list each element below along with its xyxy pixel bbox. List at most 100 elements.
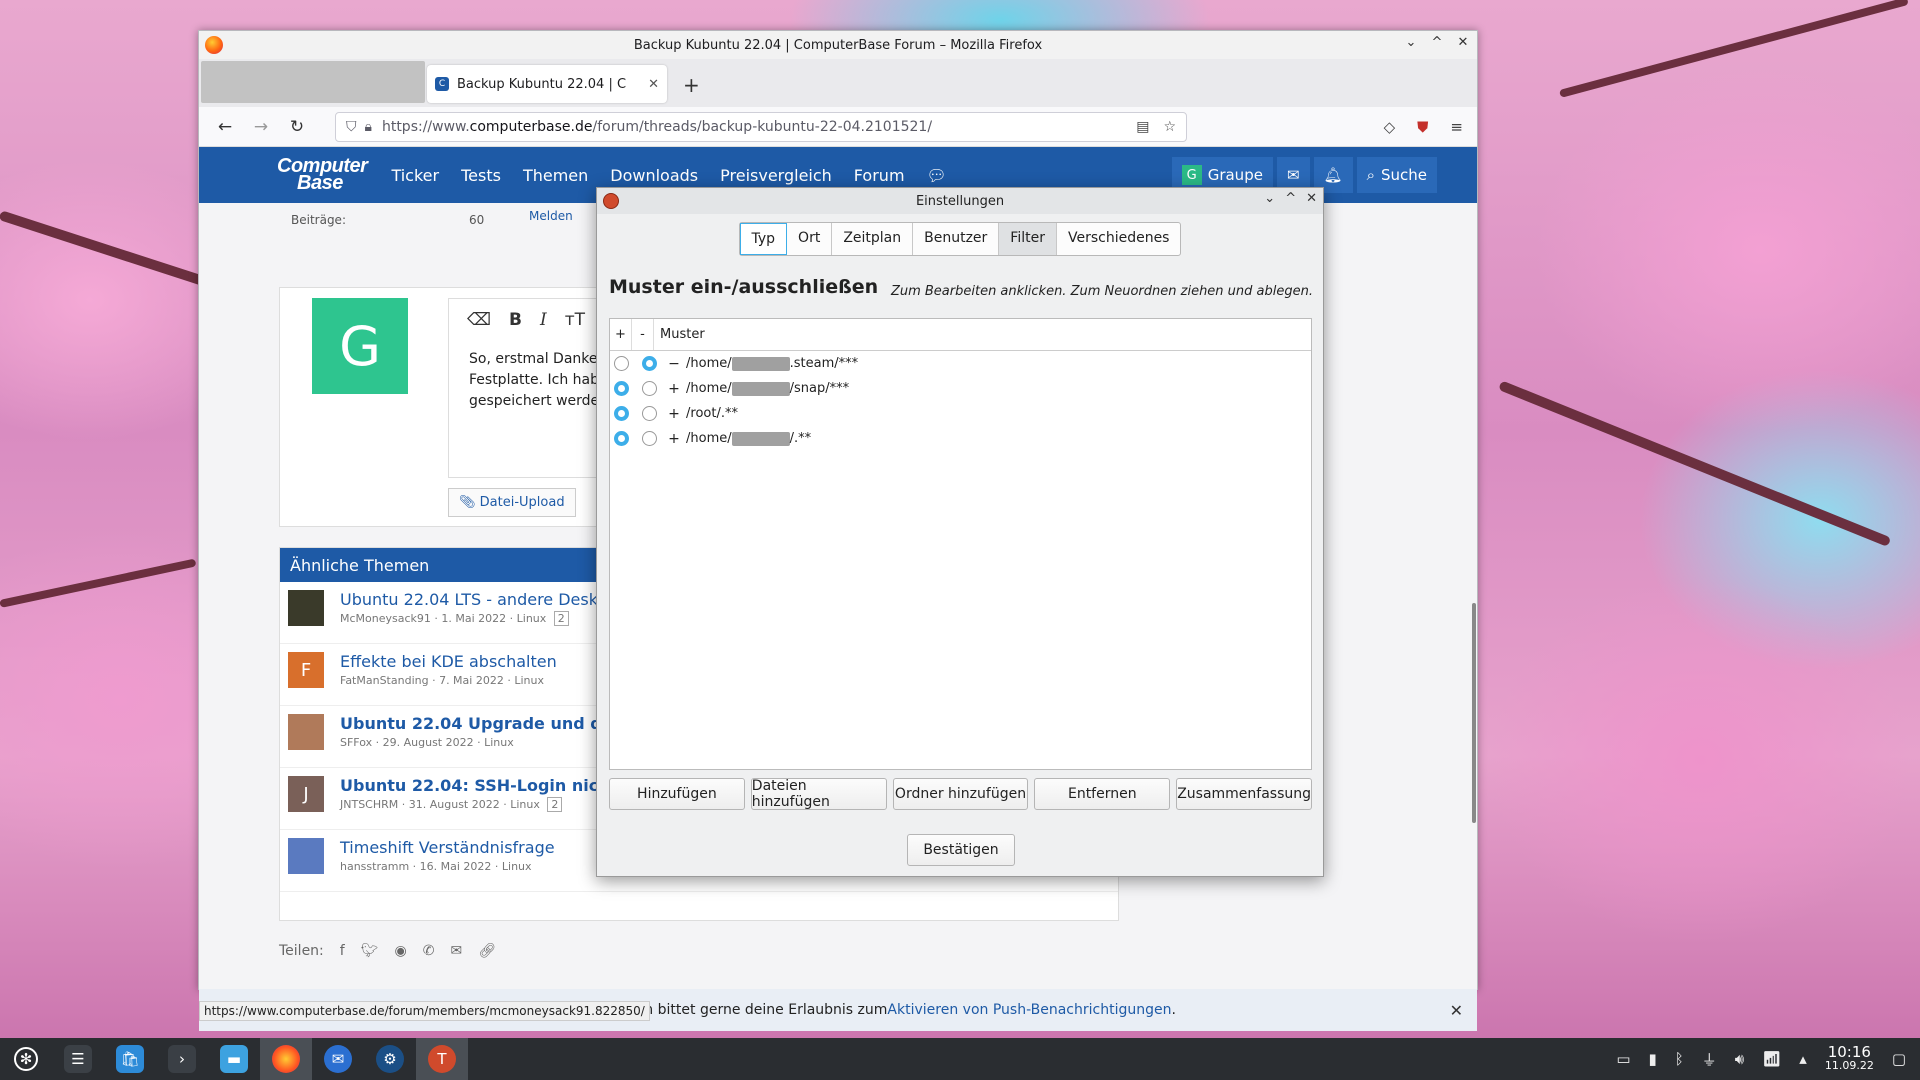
dialog-maximize-button[interactable]: ^	[1285, 191, 1296, 206]
close-button[interactable]: ✕	[1455, 35, 1471, 50]
menu-tests[interactable]: Tests	[461, 166, 501, 185]
discover-icon[interactable]: 🛍︎	[104, 1038, 156, 1080]
menu-preisvergleich[interactable]: Preisvergleich	[720, 166, 832, 185]
reload-button[interactable]: ↻	[279, 117, 315, 137]
column-pattern[interactable]: Muster	[654, 327, 705, 342]
avatar[interactable]	[288, 714, 324, 750]
pattern-row[interactable]: + /home/ /snap/***	[610, 376, 1311, 401]
reader-view-icon[interactable]: ▤	[1136, 119, 1149, 135]
add-folder-button[interactable]: Ordner hinzufügen	[892, 778, 1029, 810]
menu-forum[interactable]: Forum	[854, 166, 905, 185]
timeshift-icon[interactable]: T	[416, 1038, 468, 1080]
add-button[interactable]: Hinzufügen	[609, 778, 745, 810]
remove-button[interactable]: Entfernen	[1034, 778, 1171, 810]
avatar[interactable]	[288, 838, 324, 874]
include-radio[interactable]	[614, 431, 629, 446]
pattern-row[interactable]: + /root/.**	[610, 401, 1311, 426]
firefox-taskbar-icon[interactable]	[260, 1038, 312, 1080]
menu-themen[interactable]: Themen	[523, 166, 588, 185]
forward-button[interactable]: →	[243, 117, 279, 137]
avatar[interactable]	[288, 590, 324, 626]
exclude-radio[interactable]	[642, 431, 657, 446]
push-enable-link[interactable]: Aktivieren von Push-Benachrichtigungen	[887, 1002, 1171, 1018]
include-radio[interactable]	[614, 356, 629, 371]
email-icon[interactable]: ✉	[450, 943, 462, 959]
battery-icon[interactable]: ▮	[1649, 1050, 1657, 1068]
new-tab-button[interactable]: +	[683, 73, 700, 97]
clock[interactable]: 10:16 11.09.22	[1825, 1045, 1874, 1073]
italic-icon[interactable]: I	[540, 310, 547, 330]
confirm-button[interactable]: Bestätigen	[907, 834, 1015, 866]
bold-icon[interactable]: B	[509, 310, 522, 330]
ublock-icon[interactable]: ⛊	[1417, 118, 1428, 136]
thunderbird-icon[interactable]: ✉	[312, 1038, 364, 1080]
app-launcher-icon[interactable]: ✻	[0, 1038, 52, 1080]
computerbase-logo[interactable]: Computer Base	[277, 156, 368, 193]
tab-zeitplan[interactable]: Zeitplan	[832, 223, 914, 255]
notice-close-icon[interactable]: ✕	[1450, 1001, 1463, 1020]
back-button[interactable]: ←	[207, 117, 243, 137]
tab-benutzer[interactable]: Benutzer	[913, 223, 1000, 255]
usb-icon[interactable]: ⏚	[1702, 1049, 1717, 1070]
exclude-radio[interactable]	[642, 356, 657, 371]
terminal-icon[interactable]: ›	[156, 1038, 208, 1080]
reddit-icon[interactable]: ◉	[395, 943, 407, 959]
page-scrollbar[interactable]	[1472, 603, 1476, 823]
menu-ticker[interactable]: Ticker	[391, 166, 439, 185]
tab-ort[interactable]: Ort	[787, 223, 833, 255]
add-files-button[interactable]: Dateien hinzufügen	[750, 778, 887, 810]
lock-icon[interactable]: 🔒︎	[365, 119, 372, 135]
twitter-icon[interactable]: 🐦︎	[361, 943, 379, 959]
pattern-row[interactable]: + /home/ /.**	[610, 426, 1311, 451]
dolphin-icon[interactable]: ▬	[208, 1038, 260, 1080]
tray-expand-icon[interactable]: ▴	[1799, 1050, 1807, 1068]
pattern-list[interactable]: + - Muster − /home/ .steam/*** + /home/ /s…	[609, 318, 1312, 770]
facebook-icon[interactable]: f	[340, 943, 345, 959]
dialog-close-button[interactable]: ✕	[1306, 191, 1317, 206]
whatsapp-icon[interactable]: ✆	[423, 943, 435, 959]
tab-inactive[interactable]	[201, 61, 425, 103]
file-upload-button[interactable]: 📎︎ Datei-Upload	[448, 488, 576, 517]
column-exclude[interactable]: -	[632, 319, 654, 350]
pocket-icon[interactable]: ◇	[1384, 118, 1396, 136]
column-include[interactable]: +	[610, 319, 632, 350]
link-icon[interactable]: 🔗︎	[478, 943, 496, 959]
shield-icon[interactable]: ⛉	[346, 119, 357, 135]
wifi-icon[interactable]: 📶︎	[1762, 1050, 1781, 1068]
thread-title[interactable]: Timeshift Verständnisfrage	[340, 838, 555, 857]
avatar[interactable]: J	[288, 776, 324, 812]
system-settings-icon[interactable]: ☰	[52, 1038, 104, 1080]
show-desktop-icon[interactable]: ▢	[1892, 1050, 1906, 1068]
summary-button[interactable]: Zusammenfassung	[1176, 778, 1313, 810]
bluetooth-icon[interactable]: ᛒ	[1675, 1050, 1684, 1068]
avatar[interactable]: F	[288, 652, 324, 688]
minimize-button[interactable]: ⌄	[1403, 35, 1419, 50]
tab-active[interactable]: C Backup Kubuntu 22.04 | C ✕	[427, 65, 667, 103]
volume-icon[interactable]: 🔊︎	[1735, 1050, 1744, 1068]
report-link[interactable]: Melden	[529, 209, 573, 223]
tab-close-icon[interactable]: ✕	[648, 77, 659, 92]
exclude-radio[interactable]	[642, 381, 657, 396]
url-bar[interactable]: ⛉ 🔒︎ https://www. computerbase.de/forum/t…	[335, 111, 1187, 142]
thread-title[interactable]: Effekte bei KDE abschalten	[340, 652, 557, 671]
tab-verschiedenes[interactable]: Verschiedenes	[1057, 223, 1181, 255]
font-size-icon[interactable]: тT	[565, 310, 585, 330]
clipboard-icon[interactable]: ▭	[1616, 1050, 1630, 1068]
menu-icon[interactable]: ≡	[1450, 118, 1463, 136]
bookmark-star-icon[interactable]: ☆	[1163, 119, 1176, 135]
dialog-minimize-button[interactable]: ⌄	[1264, 191, 1275, 206]
thread-title[interactable]: Ubuntu 22.04 Upgrade und der g	[340, 714, 638, 733]
eraser-icon[interactable]: ⌫	[467, 310, 491, 330]
tab-filter[interactable]: Filter	[999, 223, 1057, 255]
pattern-row[interactable]: − /home/ .steam/***	[610, 351, 1311, 376]
include-radio[interactable]	[614, 381, 629, 396]
thread-title[interactable]: Ubuntu 22.04 LTS - andere Deskto	[340, 590, 614, 609]
tab-typ[interactable]: Typ	[739, 223, 788, 255]
steam-icon[interactable]: ⚙	[364, 1038, 416, 1080]
chat-bubble-icon[interactable]: 💬︎	[927, 166, 947, 185]
maximize-button[interactable]: ^	[1429, 35, 1445, 50]
include-radio[interactable]	[614, 406, 629, 421]
exclude-radio[interactable]	[642, 406, 657, 421]
menu-downloads[interactable]: Downloads	[610, 166, 698, 185]
search-button[interactable]: ⌕ Suche	[1356, 157, 1437, 193]
